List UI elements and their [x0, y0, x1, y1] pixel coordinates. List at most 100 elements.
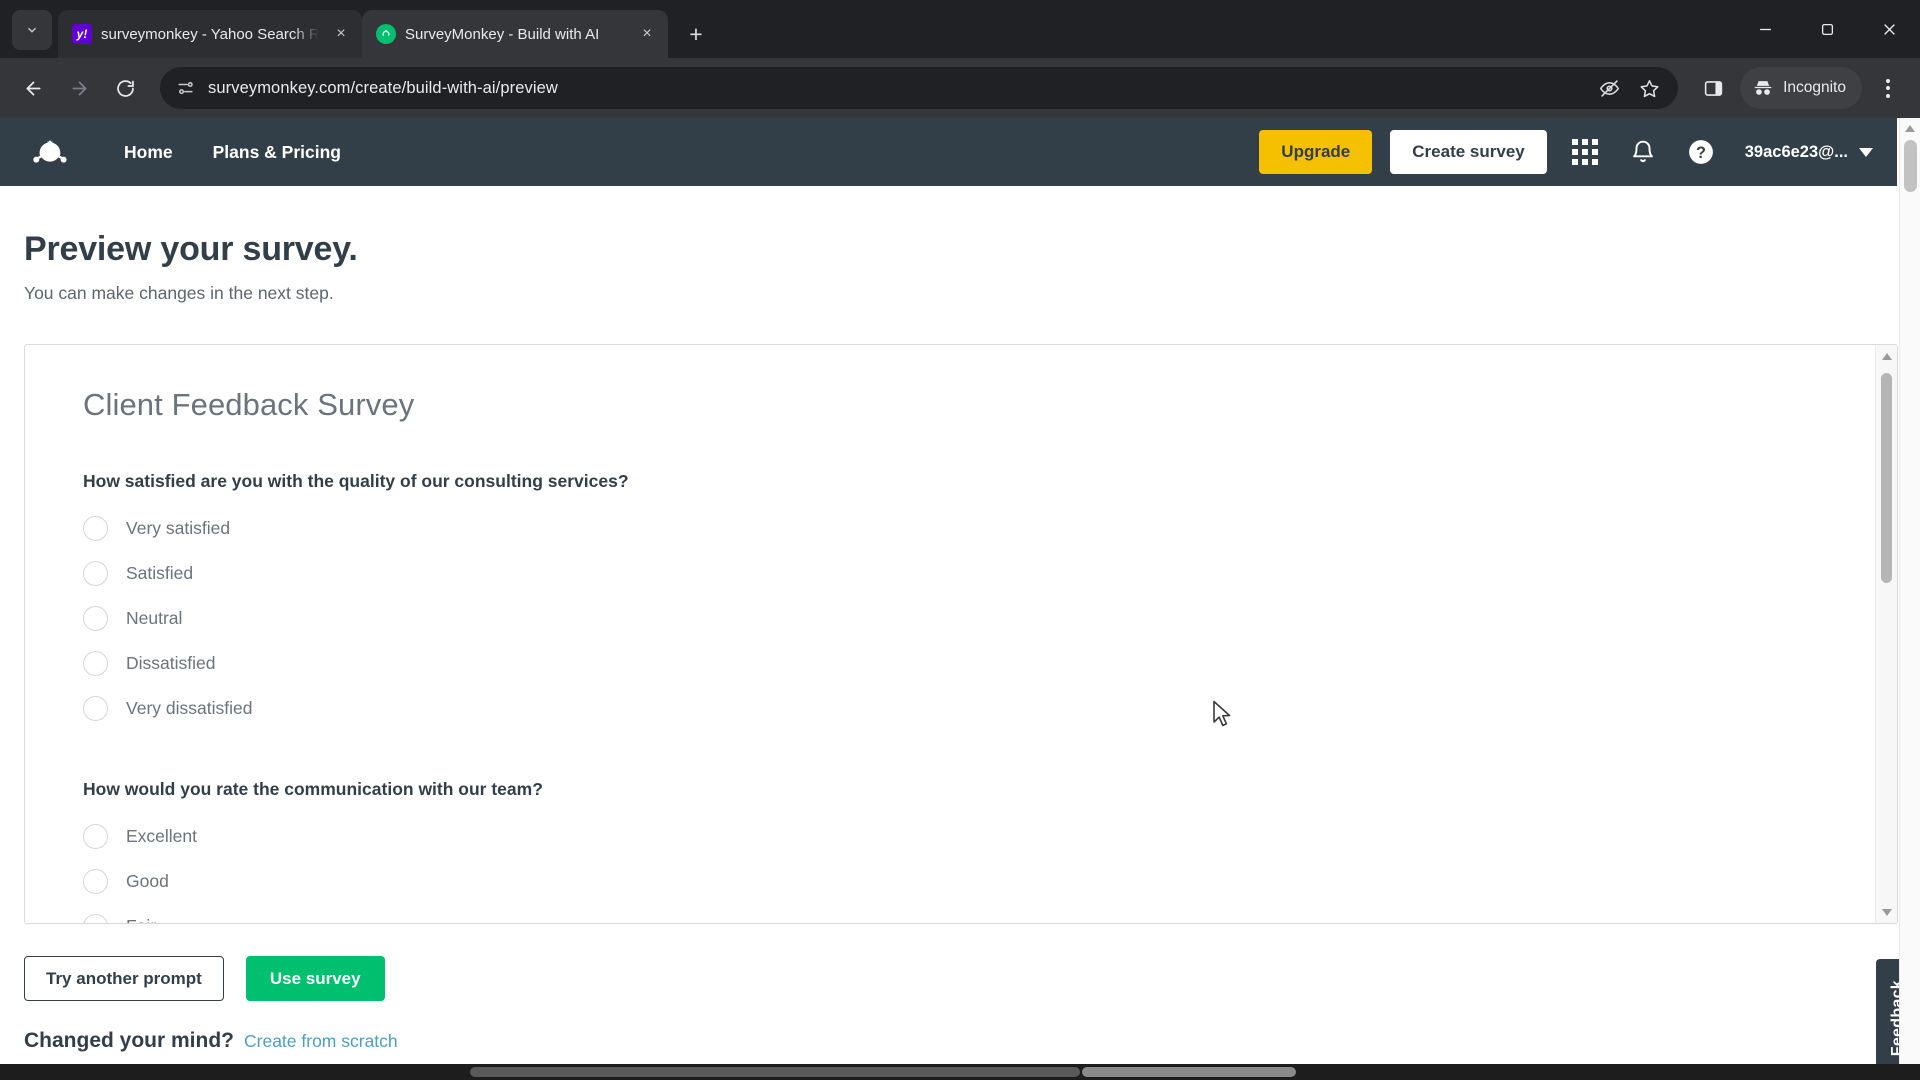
back-button[interactable] — [12, 67, 54, 109]
tab-close-button[interactable]: × — [328, 21, 354, 47]
upgrade-button[interactable]: Upgrade — [1259, 130, 1373, 174]
tab-close-button[interactable]: × — [634, 21, 660, 47]
nav-link-plans-pricing[interactable]: Plans & Pricing — [213, 142, 341, 163]
eye-off-icon[interactable] — [1594, 73, 1624, 103]
incognito-icon — [1754, 81, 1772, 95]
radio-button[interactable] — [83, 869, 108, 894]
browser-tab-surveymonkey[interactable]: SurveyMonkey - Build with AI × — [362, 10, 668, 58]
page-scrollbar-thumb[interactable] — [1904, 140, 1917, 192]
page-content: Preview your survey. You can make change… — [0, 230, 1920, 1080]
changed-mind-row: Changed your mind? Create from scratch — [24, 1029, 1920, 1053]
window-controls — [1734, 0, 1920, 58]
side-panel-icon — [1704, 80, 1722, 96]
help-button[interactable]: ? — [1681, 132, 1721, 172]
radio-button[interactable] — [83, 696, 108, 721]
option-label: Neutral — [126, 608, 183, 628]
browser-menu-button[interactable] — [1868, 67, 1908, 109]
maximize-icon — [1821, 23, 1833, 35]
page-scroll-up-button[interactable] — [1900, 118, 1920, 139]
page-viewport: Home Plans & Pricing Upgrade Create surv… — [0, 118, 1920, 1080]
option-fair[interactable]: Fair — [83, 904, 1897, 923]
survey-preview-content: Client Feedback Survey How satisfied are… — [25, 345, 1897, 923]
yahoo-icon: y! — [72, 24, 92, 44]
option-satisfied[interactable]: Satisfied — [83, 551, 1897, 596]
three-dot-menu-icon — [1886, 78, 1890, 83]
survey-preview-card: Client Feedback Survey How satisfied are… — [24, 344, 1898, 924]
scroll-up-icon — [1881, 352, 1892, 360]
radio-button[interactable] — [83, 824, 108, 849]
option-very-satisfied[interactable]: Very satisfied — [83, 506, 1897, 551]
option-neutral[interactable]: Neutral — [83, 596, 1897, 641]
page-subtitle: You can make changes in the next step. — [24, 283, 334, 303]
question-text: How satisfied are you with the quality o… — [83, 471, 629, 491]
radio-button[interactable] — [83, 606, 108, 631]
use-survey-button[interactable]: Use survey — [245, 956, 385, 1001]
browser-window: y! surveymonkey - Yahoo Search R × Surve… — [0, 0, 1920, 1080]
tab-title: surveymonkey - Yahoo Search R — [101, 25, 319, 43]
grid-apps-icon — [1571, 139, 1598, 165]
survey-title: Client Feedback Survey — [83, 387, 415, 422]
scrollbar-thumb[interactable] — [1881, 373, 1892, 583]
option-good[interactable]: Good — [83, 859, 1897, 904]
bell-icon — [1632, 140, 1653, 163]
app-nav: Home Plans & Pricing — [124, 142, 341, 163]
address-bar[interactable]: surveymonkey.com/create/build-with-ai/pr… — [160, 67, 1679, 109]
horizontal-scrollbar-thumb[interactable] — [1082, 1067, 1296, 1077]
create-survey-button[interactable]: Create survey — [1390, 130, 1547, 174]
incognito-indicator[interactable]: Incognito — [1740, 67, 1862, 109]
option-label: Satisfied — [126, 563, 194, 583]
new-tab-button[interactable]: + — [678, 16, 714, 52]
apps-grid-button[interactable] — [1565, 132, 1605, 172]
create-from-scratch-link[interactable]: Create from scratch — [244, 1031, 398, 1052]
preview-actions: Try another prompt Use survey — [24, 956, 1920, 1001]
page-horizontal-scrollbar[interactable] — [0, 1064, 1920, 1080]
tab-search-button[interactable] — [12, 10, 52, 50]
page-vertical-scrollbar[interactable] — [1899, 118, 1920, 1080]
tab-title: SurveyMonkey - Build with AI — [405, 25, 600, 43]
side-panel-button[interactable] — [1692, 67, 1734, 109]
radio-button[interactable] — [83, 914, 108, 923]
option-label: Excellent — [126, 826, 198, 846]
option-label: Dissatisfied — [126, 653, 216, 673]
minimize-icon — [1759, 28, 1771, 30]
close-window-button[interactable] — [1858, 0, 1920, 58]
option-excellent[interactable]: Excellent — [83, 814, 1897, 859]
horizontal-scrollbar-track[interactable] — [470, 1067, 1080, 1077]
option-label: Good — [126, 871, 169, 891]
survey-preview-scrollbar[interactable] — [1875, 345, 1897, 923]
option-very-dissatisfied[interactable]: Very dissatisfied — [83, 686, 1897, 731]
account-label: 39ac6e23@... — [1744, 142, 1848, 161]
scroll-up-icon — [1905, 125, 1915, 132]
account-menu[interactable]: 39ac6e23@... — [1745, 143, 1873, 162]
radio-button[interactable] — [83, 516, 108, 541]
tab-strip: y! surveymonkey - Yahoo Search R × Surve… — [0, 0, 1920, 58]
reload-icon — [116, 79, 134, 97]
forward-arrow-icon — [72, 81, 86, 95]
nav-link-home[interactable]: Home — [124, 142, 173, 163]
changed-mind-text: Changed your mind? — [24, 1029, 234, 1052]
browser-tab-yahoo[interactable]: y! surveymonkey - Yahoo Search R × — [58, 10, 362, 58]
question-mark-icon: ? — [1688, 140, 1713, 164]
question-text: How would you rate the communication wit… — [83, 779, 543, 799]
minimize-button[interactable] — [1734, 0, 1796, 58]
scroll-down-button[interactable] — [1876, 901, 1897, 923]
back-arrow-icon — [26, 81, 40, 95]
survey-question-2: How would you rate the communication wit… — [83, 779, 1897, 923]
surveymonkey-logo[interactable] — [28, 130, 72, 174]
option-dissatisfied[interactable]: Dissatisfied — [83, 641, 1897, 686]
close-icon — [1883, 23, 1895, 35]
chevron-down-icon — [1859, 147, 1873, 157]
star-icon[interactable] — [1634, 73, 1664, 103]
url-text: surveymonkey.com/create/build-with-ai/pr… — [208, 78, 558, 97]
try-another-prompt-button[interactable]: Try another prompt — [24, 956, 224, 1001]
page-info-icon[interactable] — [174, 77, 196, 99]
scroll-up-button[interactable] — [1876, 345, 1897, 367]
radio-button[interactable] — [83, 561, 108, 586]
option-label: Very satisfied — [126, 518, 231, 538]
notifications-button[interactable] — [1623, 132, 1663, 172]
maximize-button[interactable] — [1796, 0, 1858, 58]
scroll-down-icon — [1881, 908, 1892, 916]
question-options: Excellent Good Fair — [83, 814, 1897, 923]
reload-button[interactable] — [104, 67, 146, 109]
radio-button[interactable] — [83, 651, 108, 676]
